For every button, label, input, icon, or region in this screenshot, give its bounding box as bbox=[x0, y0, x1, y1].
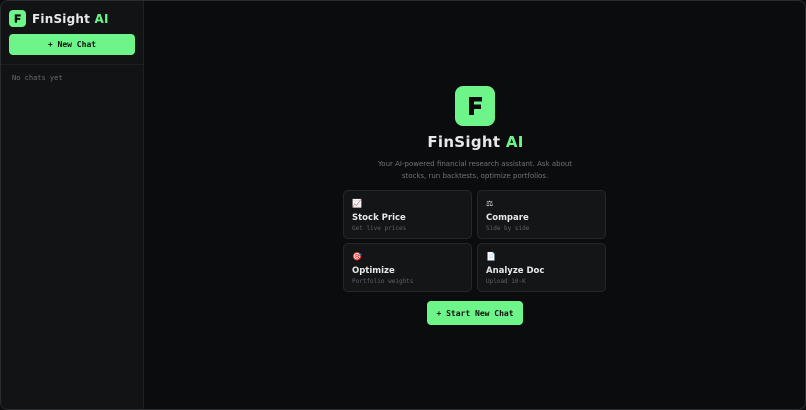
hero-title-accent: AI bbox=[505, 133, 524, 151]
brand-name-accent: AI bbox=[94, 11, 109, 26]
sidebar-divider bbox=[1, 64, 144, 65]
card-analyze-doc[interactable]: 📄 Analyze Doc Upload 10-K bbox=[477, 243, 606, 292]
card-subtitle: Side by side bbox=[486, 225, 530, 232]
hero-subtitle: Your AI-powered financial research assis… bbox=[377, 160, 573, 180]
card-title: Compare bbox=[486, 213, 529, 223]
brand-name: FinSight AI bbox=[32, 12, 109, 26]
new-chat-button[interactable]: + New Chat bbox=[9, 34, 135, 55]
target-icon: 🎯 bbox=[352, 252, 362, 261]
document-icon: 📄 bbox=[486, 252, 496, 261]
brand-logo-icon bbox=[9, 10, 26, 27]
card-title: Optimize bbox=[352, 266, 395, 276]
app-window: FinSight AI + New Chat No chats yet FinS… bbox=[0, 0, 806, 410]
card-title: Stock Price bbox=[352, 213, 406, 223]
hero-logo-icon bbox=[455, 86, 495, 126]
brand: FinSight AI bbox=[9, 10, 109, 27]
hero-title: FinSight AI bbox=[144, 133, 805, 151]
card-stock-price[interactable]: 📈 Stock Price Get live prices bbox=[343, 190, 472, 239]
chart-up-icon: 📈 bbox=[352, 199, 362, 208]
main-panel: FinSight AI Your AI-powered financial re… bbox=[144, 1, 805, 409]
brand-name-main: FinSight bbox=[32, 11, 91, 26]
card-subtitle: Upload 10-K bbox=[486, 278, 526, 285]
card-optimize[interactable]: 🎯 Optimize Portfolio weights bbox=[343, 243, 472, 292]
card-title: Analyze Doc bbox=[486, 266, 545, 276]
card-compare[interactable]: ⚖ Compare Side by side bbox=[477, 190, 606, 239]
empty-chats-text: No chats yet bbox=[12, 74, 63, 82]
card-subtitle: Get live prices bbox=[352, 225, 407, 232]
card-subtitle: Portfolio weights bbox=[352, 278, 414, 285]
hero-title-main: FinSight bbox=[427, 133, 501, 151]
sidebar: FinSight AI + New Chat No chats yet bbox=[1, 1, 144, 409]
scales-icon: ⚖ bbox=[486, 199, 494, 208]
start-new-chat-button[interactable]: + Start New Chat bbox=[427, 301, 523, 325]
